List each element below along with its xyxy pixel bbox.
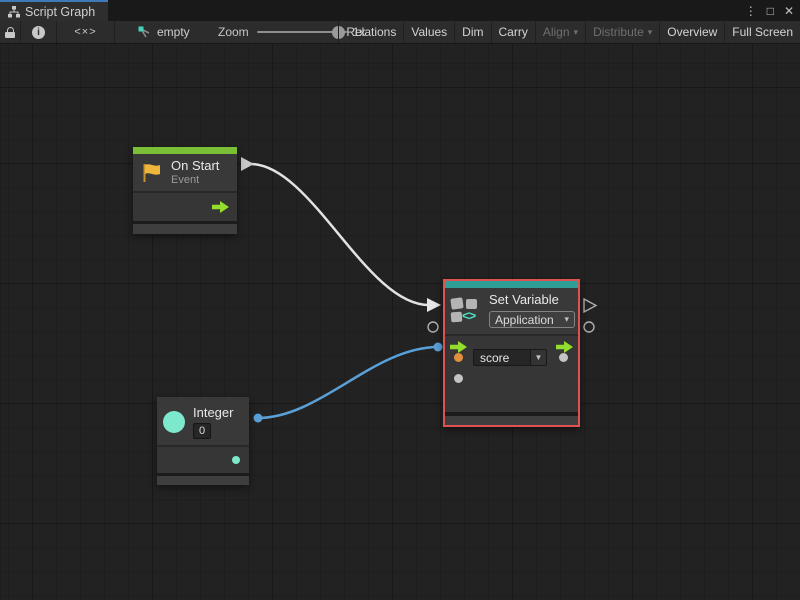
window-menu-icon[interactable]: ⋮: [745, 5, 757, 17]
graph-tab-icon: [8, 6, 20, 18]
event-accent-stripe: [133, 147, 237, 154]
info-icon: i: [32, 26, 45, 39]
zoom-slider[interactable]: [257, 31, 347, 33]
info-button[interactable]: i: [21, 21, 57, 43]
node-footer: [133, 224, 237, 234]
value-out-proxy-circle[interactable]: [584, 322, 594, 332]
value-output-port[interactable]: [559, 353, 568, 362]
node-title: Integer: [193, 405, 233, 421]
toolbar: i <×> empty Zoom 1x Relations Values Dim…: [0, 21, 800, 44]
close-icon[interactable]: ✕: [784, 5, 794, 17]
lock-button[interactable]: [0, 21, 21, 43]
integer-output-port[interactable]: [232, 456, 240, 464]
flow-output-port[interactable]: [556, 341, 573, 353]
node-footer: [157, 476, 249, 485]
lock-icon: [5, 27, 15, 38]
title-bar: Script Graph ⋮ □ ✕: [0, 0, 800, 21]
flow-output-port[interactable]: [212, 201, 229, 213]
node-footer: [445, 416, 578, 425]
graph-canvas[interactable]: On Start Event <> Set Variable: [0, 44, 800, 600]
align-button: Align▾: [535, 21, 585, 43]
graph-status-label: empty: [157, 25, 190, 39]
flow-out-proxy-triangle[interactable]: [584, 299, 596, 312]
graph-status[interactable]: empty: [138, 21, 190, 43]
node-on-start[interactable]: On Start Event: [133, 147, 237, 234]
variable-name-value: score: [473, 349, 530, 366]
flow-wire-end-arrow-icon: [427, 298, 441, 312]
flow-wire-start-arrow-icon: [241, 157, 254, 171]
flow-input-port[interactable]: [450, 341, 467, 353]
relations-button[interactable]: Relations: [338, 21, 403, 43]
variable-accent-stripe: [445, 281, 578, 288]
node-title: Set Variable: [489, 292, 575, 308]
tab-title: Script Graph: [25, 5, 95, 19]
flow-wire[interactable]: [251, 164, 429, 305]
chevron-down-icon: ▾: [564, 314, 569, 325]
carry-button[interactable]: Carry: [491, 21, 535, 43]
zoom-label: Zoom: [218, 25, 249, 39]
values-button[interactable]: Values: [403, 21, 454, 43]
code-icon: <×>: [74, 26, 96, 38]
new-value-input-port[interactable]: [454, 374, 463, 383]
code-view-button[interactable]: <×>: [57, 21, 115, 43]
tab-script-graph[interactable]: Script Graph: [0, 0, 108, 21]
node-title: On Start: [171, 158, 219, 174]
variable-name-dropdown[interactable]: score ▼: [473, 349, 547, 366]
chevron-down-icon: ▾: [574, 27, 579, 38]
variable-name-port[interactable]: [454, 353, 463, 362]
chevron-down-icon[interactable]: ▼: [530, 349, 547, 366]
node-set-variable[interactable]: <> Set Variable Application ▾: [443, 279, 580, 427]
flag-icon: [141, 162, 163, 184]
variable-scope-dropdown[interactable]: Application ▾: [489, 311, 575, 328]
distribute-button: Distribute▾: [585, 21, 659, 43]
overview-button[interactable]: Overview: [659, 21, 724, 43]
set-variable-icon: <>: [451, 298, 481, 323]
fullscreen-button[interactable]: Full Screen: [724, 21, 800, 43]
integer-icon: [163, 411, 185, 433]
value-wire-end-dot: [434, 343, 443, 352]
wire-layer: [0, 44, 800, 600]
node-integer[interactable]: Integer 0: [157, 397, 249, 485]
graph-pointer-icon: [138, 26, 151, 39]
value-wire-start-dot: [254, 414, 263, 423]
integer-value-field[interactable]: 0: [193, 423, 211, 439]
maximize-icon[interactable]: □: [767, 5, 774, 17]
chevron-down-icon: ▾: [648, 27, 653, 38]
value-in-proxy-circle[interactable]: [428, 322, 438, 332]
dim-button[interactable]: Dim: [454, 21, 490, 43]
value-wire[interactable]: [258, 347, 438, 418]
node-subtitle: Event: [171, 174, 219, 187]
